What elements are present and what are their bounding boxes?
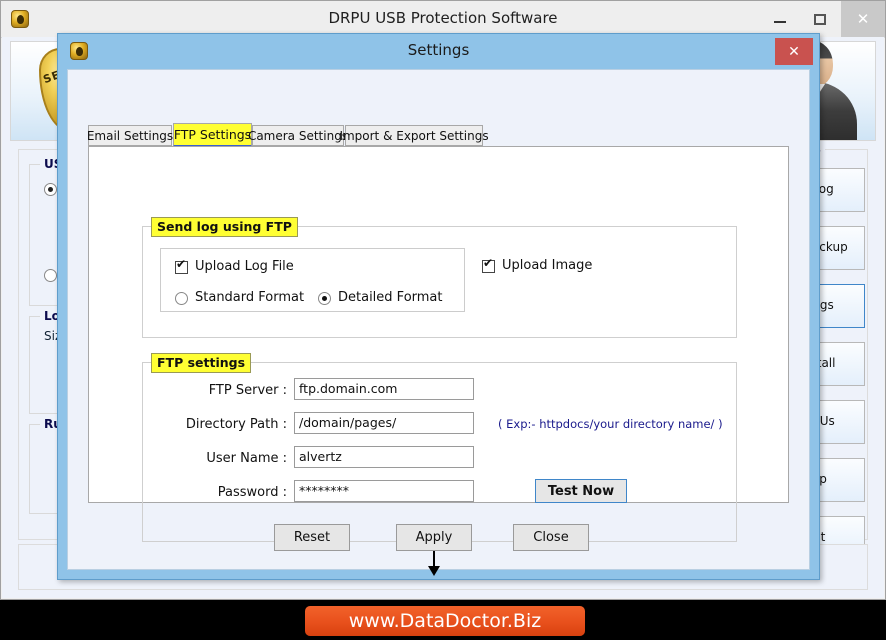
settings-dialog-titlebar: Settings ✕	[58, 34, 819, 69]
settings-dialog: Settings ✕ Email Settings FTP Settings C…	[57, 33, 820, 580]
ftp-server-label: FTP Server :	[208, 383, 287, 398]
ftp-settings-tab-panel: Send log using FTP Upload Log File Stand…	[88, 146, 789, 542]
standard-format-radio[interactable]	[175, 292, 188, 305]
detailed-format-radio[interactable]	[318, 292, 331, 305]
minimize-icon	[774, 21, 786, 23]
watermark-band: www.DataDoctor.Biz	[0, 600, 886, 640]
detailed-format-label: Detailed Format	[338, 290, 443, 305]
close-button[interactable]: ✕	[841, 1, 885, 37]
send-log-using-ftp-group: Send log using FTP Upload Log File Stand…	[142, 217, 737, 338]
usb-option-2-radio[interactable]	[44, 269, 57, 282]
datadoctor-watermark: www.DataDoctor.Biz	[305, 606, 585, 636]
usb-option-1-radio[interactable]	[44, 183, 57, 196]
tab-camera-settings[interactable]: Camera Settings	[248, 125, 348, 146]
send-log-using-ftp-legend: Send log using FTP	[151, 217, 298, 237]
tab-import-export-settings[interactable]: Import & Export Settings	[339, 125, 489, 146]
upload-image-label: Upload Image	[502, 258, 593, 273]
password-label: Password :	[217, 485, 287, 500]
close-dialog-button[interactable]: Close	[513, 524, 589, 551]
main-window-title: DRPU USB Protection Software	[328, 9, 558, 27]
upload-image-checkbox[interactable]	[482, 257, 495, 273]
ftp-settings-legend: FTP settings	[151, 353, 252, 373]
settings-close-button[interactable]: ✕	[775, 38, 813, 65]
screen-root: DRPU USB Protection Software ✕ SE US Siz…	[0, 0, 886, 640]
upload-options-box: Upload Log File Standard Format Detailed…	[160, 248, 465, 312]
ftp-settings-group: FTP settings FTP Server : ftp.domain.com…	[142, 353, 737, 542]
maximize-icon	[814, 13, 826, 25]
settings-tabstrip: Email Settings FTP Settings Camera Setti…	[87, 123, 789, 147]
reset-button[interactable]: Reset	[274, 524, 350, 551]
upload-log-file-checkbox[interactable]	[175, 258, 188, 274]
tab-ftp-settings[interactable]: FTP Settings	[173, 123, 252, 147]
test-now-button[interactable]: Test Now	[535, 479, 627, 503]
tab-email-settings[interactable]: Email Settings	[87, 125, 173, 146]
settings-dialog-body: Email Settings FTP Settings Camera Setti…	[67, 69, 810, 576]
pointer-arrow-head	[428, 566, 440, 576]
maximize-button[interactable]	[799, 1, 841, 37]
directory-path-input[interactable]: /domain/pages/	[294, 412, 474, 434]
user-name-input[interactable]: alvertz	[294, 446, 474, 468]
apply-button[interactable]: Apply	[396, 524, 472, 551]
directory-path-hint: ( Exp:- httpdocs/your directory name/ )	[498, 417, 723, 431]
user-name-label: User Name :	[206, 451, 287, 466]
directory-path-label: Directory Path :	[185, 417, 287, 432]
upload-log-file-label: Upload Log File	[195, 259, 294, 274]
settings-dialog-title: Settings	[407, 41, 470, 59]
ftp-server-input[interactable]: ftp.domain.com	[294, 378, 474, 400]
password-input[interactable]: ********	[294, 480, 474, 502]
standard-format-label: Standard Format	[195, 290, 305, 305]
minimize-button[interactable]	[759, 1, 801, 37]
